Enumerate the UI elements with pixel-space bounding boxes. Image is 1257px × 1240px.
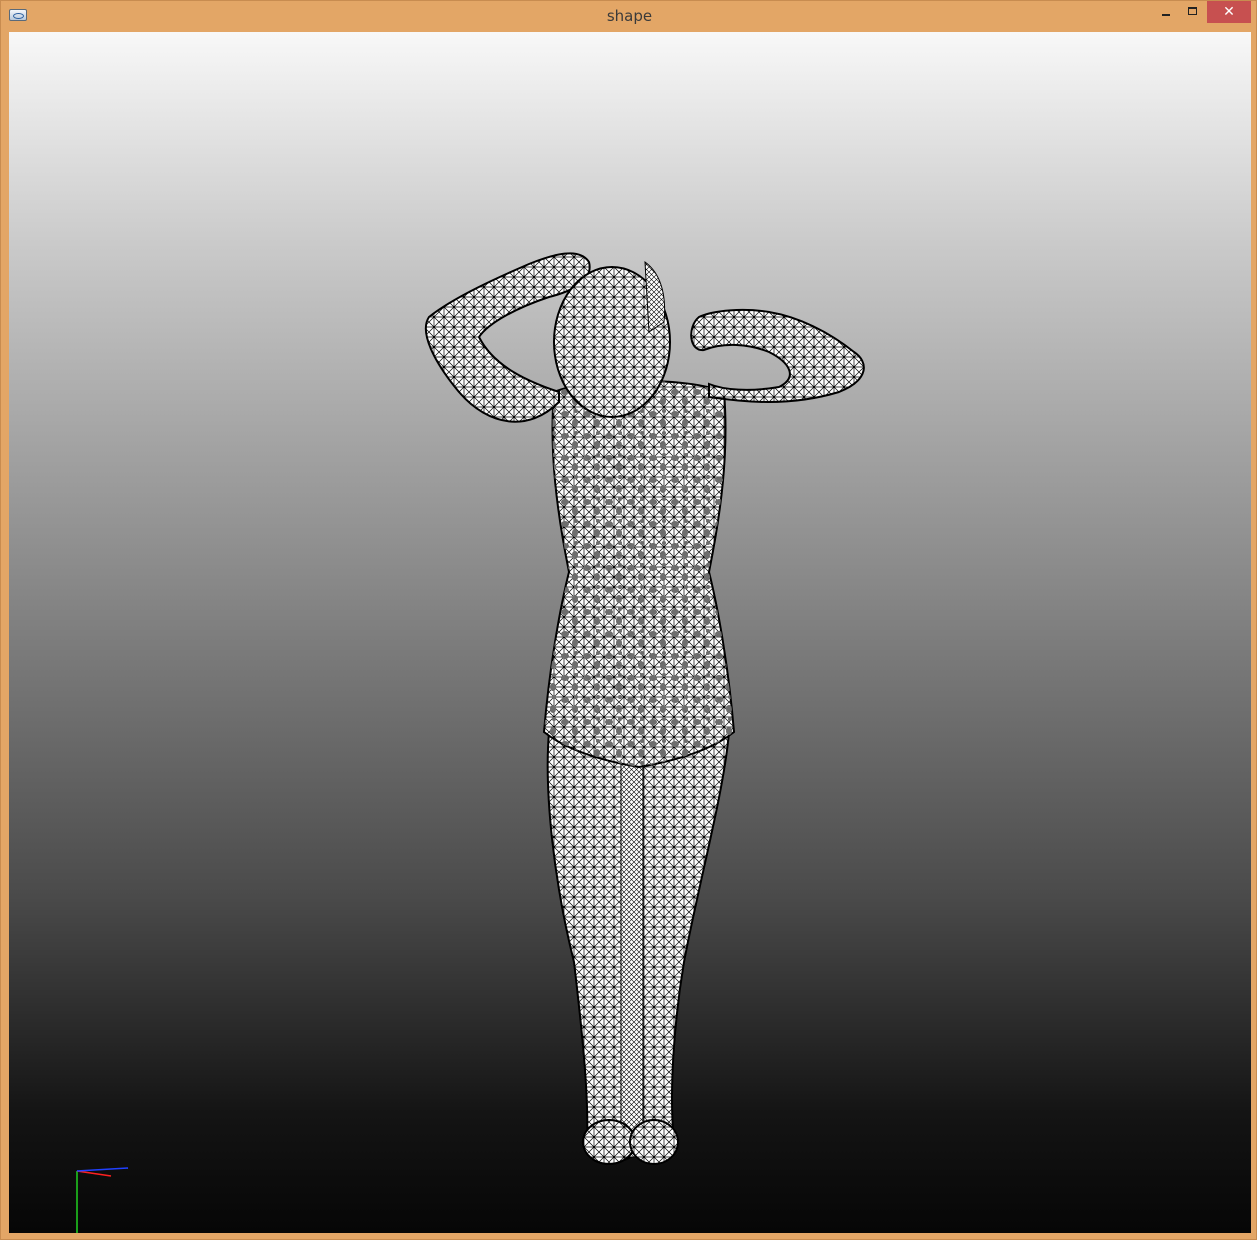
mesh-arm-right	[690, 308, 865, 403]
mesh-foot-left	[582, 1119, 636, 1165]
app-window: shape ✕	[0, 0, 1257, 1240]
mesh-figure	[424, 252, 865, 1165]
maximize-button[interactable]	[1180, 1, 1206, 23]
close-button[interactable]: ✕	[1207, 1, 1251, 23]
axis-gizmo	[76, 1167, 129, 1233]
minimize-button[interactable]	[1153, 1, 1179, 23]
close-icon: ✕	[1223, 4, 1235, 20]
mesh-inner-seam	[620, 736, 644, 1158]
title-bar[interactable]: shape ✕	[1, 1, 1257, 31]
mesh-holes	[544, 380, 734, 767]
axis-x-line	[76, 1170, 112, 1177]
mesh-foot-right	[629, 1119, 679, 1165]
window-title: shape	[606, 7, 653, 25]
minimize-icon	[1162, 14, 1170, 16]
maximize-icon	[1188, 7, 1197, 15]
axis-z-line	[76, 1167, 129, 1172]
viewport-canvas	[76, 252, 865, 1233]
3d-viewport[interactable]	[9, 32, 1251, 1233]
